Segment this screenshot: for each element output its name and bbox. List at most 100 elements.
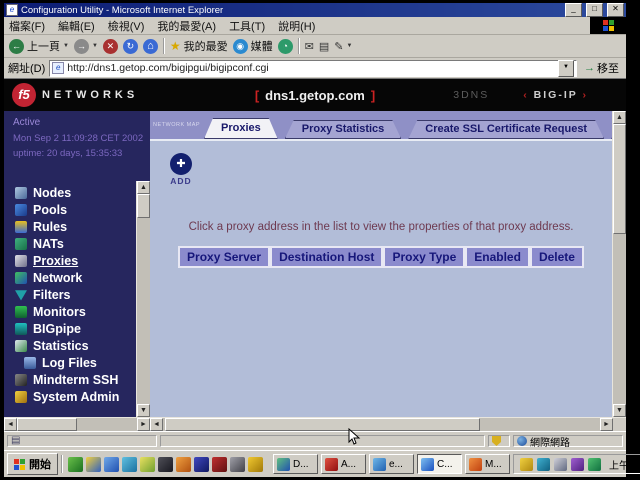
quick-launch-icon[interactable] [140, 457, 155, 472]
sidebar-item-rules[interactable]: Rules [15, 218, 136, 235]
menu-file[interactable]: 檔案(F) [9, 18, 45, 34]
stop-button[interactable]: ✕ [103, 39, 118, 54]
address-dropdown-button[interactable]: ▼ [558, 60, 574, 77]
home-button[interactable]: ⌂ [143, 39, 158, 54]
messenger-icon[interactable] [537, 458, 550, 471]
tab-create-ssl-certificate-request[interactable]: Create SSL Certificate Request [408, 120, 604, 139]
scroll-track[interactable] [137, 194, 150, 404]
media-label: 媒體 [251, 38, 273, 54]
refresh-button[interactable]: ↻ [123, 39, 138, 54]
product-3dns-link[interactable]: 3DNS [453, 89, 489, 101]
back-dropdown-icon[interactable]: ▼ [63, 43, 69, 49]
scroll-thumb[interactable] [613, 124, 626, 234]
quick-launch-icon[interactable] [86, 457, 101, 472]
refresh-icon: ↻ [123, 39, 138, 54]
product-bigip-link[interactable]: ‹ BIG-IP › [523, 89, 588, 101]
start-button[interactable]: 開始 [7, 453, 58, 475]
sidebar-item-system-admin[interactable]: System Admin [15, 388, 136, 405]
scroll-up-button[interactable]: ▲ [613, 111, 626, 124]
quick-launch-icon[interactable] [68, 457, 83, 472]
history-button[interactable]: ◔ [278, 39, 293, 54]
menu-tools[interactable]: 工具(T) [229, 18, 265, 34]
tray-app-icon[interactable] [571, 458, 584, 471]
scroll-track[interactable] [17, 418, 137, 431]
scroll-down-button[interactable]: ▼ [137, 404, 150, 417]
taskbar-window-button[interactable]: e... [369, 454, 414, 474]
mail-button[interactable]: ✉ [305, 40, 314, 53]
scroll-right-button[interactable]: ► [137, 418, 150, 431]
menu-edit[interactable]: 編輯(E) [58, 18, 95, 34]
sidebar-item-monitors[interactable]: Monitors [15, 303, 136, 320]
forward-dropdown-icon[interactable]: ▼ [92, 43, 98, 49]
minimize-button[interactable]: _ [565, 3, 582, 17]
sidebar-vertical-scrollbar[interactable]: ▲ ▼ [136, 181, 150, 417]
favorites-star-icon: ★ [170, 39, 181, 53]
edit-button[interactable]: ✎ ▼ [334, 40, 352, 53]
menu-favorites[interactable]: 我的最愛(A) [157, 18, 216, 34]
menu-help[interactable]: 說明(H) [278, 18, 315, 34]
add-proxy-button[interactable]: ✚ ADD [170, 153, 192, 186]
sidebar-item-statistics[interactable]: Statistics [15, 337, 136, 354]
scroll-thumb[interactable] [137, 194, 150, 218]
maximize-button[interactable]: □ [586, 3, 603, 17]
taskbar-window-button-active[interactable]: C... [417, 454, 462, 474]
sidebar-item-label: Nodes [33, 186, 71, 200]
f5-logo-icon: f5 [12, 83, 36, 107]
quick-launch-icon[interactable] [230, 457, 245, 472]
tray-app-icon[interactable] [588, 458, 601, 471]
scroll-thumb[interactable] [165, 418, 480, 431]
quick-launch-icon[interactable] [248, 457, 263, 472]
sidebar-item-network[interactable]: Network [15, 269, 136, 286]
column-header-delete: Delete [530, 246, 584, 268]
edit-dropdown-icon[interactable]: ▼ [347, 43, 353, 49]
tab-proxy-statistics[interactable]: Proxy Statistics [285, 120, 402, 139]
tab-proxies[interactable]: Proxies [204, 118, 278, 139]
quick-launch-icon[interactable] [194, 457, 209, 472]
scroll-left-button[interactable]: ◄ [150, 418, 163, 431]
close-button[interactable]: ✕ [607, 3, 624, 17]
print-button[interactable]: ▤ [319, 40, 329, 53]
volume-icon[interactable] [520, 458, 533, 471]
scroll-track[interactable] [613, 124, 626, 404]
scroll-down-button[interactable]: ▼ [613, 404, 626, 417]
quick-launch-icon[interactable] [122, 457, 137, 472]
scroll-thumb[interactable] [17, 418, 77, 431]
quick-launch-icon[interactable] [212, 457, 227, 472]
window-title: Configuration Utility - Microsoft Intern… [21, 5, 561, 16]
sidebar-item-bigpipe[interactable]: BIGpipe [15, 320, 136, 337]
status-bar: ▤ 網際網路 [4, 431, 626, 450]
menu-view[interactable]: 檢視(V) [108, 18, 145, 34]
quick-launch-icon[interactable] [104, 457, 119, 472]
scroll-up-button[interactable]: ▲ [137, 181, 150, 194]
sidebar-item-filters[interactable]: Filters [15, 286, 136, 303]
content-vertical-scrollbar[interactable]: ▲ ▼ [612, 111, 626, 417]
sidebar-horizontal-scrollbar[interactable]: ◄ ► [4, 417, 150, 431]
forward-button[interactable]: → ▼ [74, 39, 98, 54]
sidebar-item-nodes[interactable]: Nodes [15, 184, 136, 201]
scroll-left-button[interactable]: ◄ [4, 418, 17, 431]
taskbar-window-button[interactable]: A... [321, 454, 366, 474]
windows-logo-icon [14, 459, 25, 470]
favorites-button[interactable]: ★ 我的最愛 [170, 38, 228, 54]
url-text[interactable]: http://dns1.getop.com/bigipgui/bigipconf… [67, 62, 555, 74]
sidebar-item-log-files[interactable]: Log Files [15, 354, 136, 371]
sidebar-item-nats[interactable]: NATs [15, 235, 136, 252]
scroll-track[interactable] [163, 418, 600, 431]
sidebar-item-pools[interactable]: Pools [15, 201, 136, 218]
taskbar-window-button[interactable]: M... [465, 454, 510, 474]
go-button[interactable]: → 移至 [581, 60, 622, 76]
status-message-pane: ▤ [7, 435, 157, 447]
ie-toolbar: ← 上一頁 ▼ → ▼ ✕ ↻ ⌂ ★ 我的最愛 ◉ 媒體 ◔ [4, 35, 626, 58]
address-input[interactable]: e http://dns1.getop.com/bigipgui/bigipco… [49, 60, 577, 77]
display-icon[interactable] [554, 458, 567, 471]
sidebar-item-proxies[interactable]: Proxies [15, 252, 136, 269]
content-horizontal-scrollbar[interactable]: ◄ ► [150, 417, 626, 431]
quick-launch-icon[interactable] [158, 457, 173, 472]
back-button[interactable]: ← 上一頁 ▼ [9, 38, 69, 54]
scroll-right-button[interactable]: ► [600, 418, 613, 431]
taskbar-window-button[interactable]: D... [273, 454, 318, 474]
network-map-button[interactable]: NETWORK MAP [153, 113, 197, 139]
media-button[interactable]: ◉ 媒體 [233, 38, 273, 54]
sidebar-item-mindterm-ssh[interactable]: Mindterm SSH [15, 371, 136, 388]
quick-launch-icon[interactable] [176, 457, 191, 472]
